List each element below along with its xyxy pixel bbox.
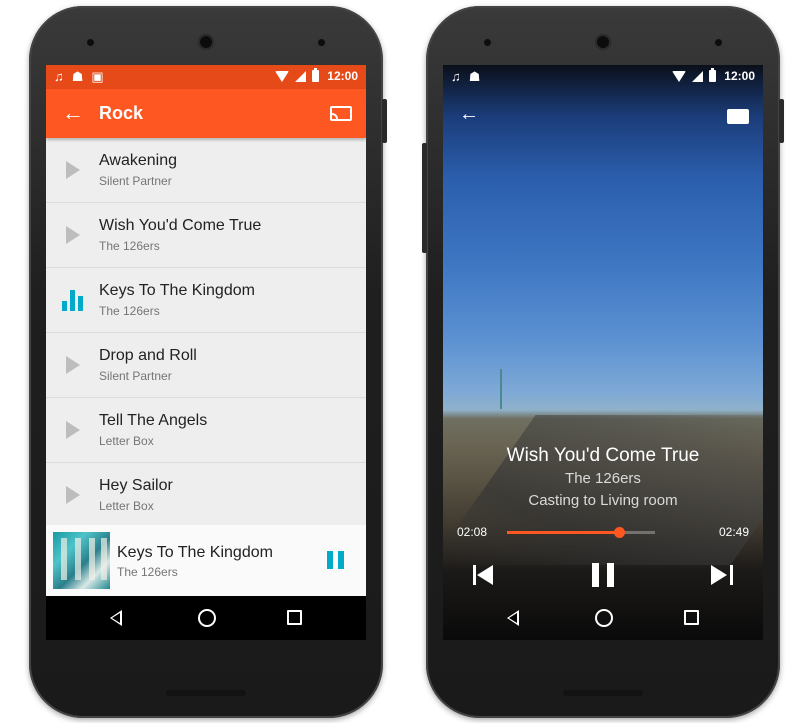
sensor — [715, 39, 722, 46]
track-title: Hey Sailor — [99, 477, 173, 494]
toolbar: ← Rock — [46, 89, 366, 138]
pause-icon[interactable] — [592, 563, 614, 587]
play-icon — [66, 486, 80, 504]
play-icon — [66, 421, 80, 439]
page-title: Rock — [99, 103, 144, 123]
nav-back-icon[interactable] — [507, 610, 519, 626]
track-title: Awakening — [99, 152, 177, 169]
status-bar: ♫ ☗ 12:00 — [443, 65, 763, 89]
pole — [500, 369, 502, 409]
nav-back-icon[interactable] — [110, 610, 122, 626]
android-icon: ☗ — [468, 69, 481, 84]
bottom-speaker — [166, 690, 246, 696]
background-photo — [443, 65, 763, 640]
wifi-icon — [672, 70, 687, 82]
status-time: 12:00 — [724, 69, 755, 83]
track-row[interactable]: Wish You'd Come True The 126ers — [46, 203, 366, 268]
library-screen: ♫ ☗ ▣ 12:00 ← Rock Awakening Silent Part… — [46, 65, 366, 640]
track-row[interactable]: Hey Sailor Letter Box — [46, 463, 366, 527]
gallery-icon: ▣ — [91, 69, 104, 84]
status-time: 12:00 — [327, 69, 358, 83]
signal-icon — [692, 70, 704, 82]
earpiece-speaker — [595, 34, 611, 50]
mini-player-artist: The 126ers — [117, 565, 178, 579]
track-list: Awakening Silent Partner Wish You'd Come… — [46, 138, 366, 527]
nav-recents-icon[interactable] — [684, 610, 699, 625]
front-camera — [87, 39, 94, 46]
track-artist: The 126ers — [99, 304, 160, 318]
nav-recents-icon[interactable] — [287, 610, 302, 625]
nav-home-icon[interactable] — [198, 609, 216, 627]
battery-icon — [709, 68, 717, 82]
music-note-icon: ♫ — [54, 69, 64, 84]
android-icon: ☗ — [71, 69, 84, 84]
back-arrow-icon[interactable]: ← — [459, 103, 479, 126]
play-icon — [66, 161, 80, 179]
equalizer-icon — [62, 289, 86, 311]
road — [443, 415, 763, 565]
phone-right: ♫ ☗ 12:00 ← Wish You'd Come True The 126… — [422, 6, 784, 718]
skip-previous-icon[interactable] — [473, 565, 495, 585]
track-row[interactable]: Drop and Roll Silent Partner — [46, 333, 366, 398]
track-row[interactable]: Awakening Silent Partner — [46, 138, 366, 203]
volume-button — [422, 143, 427, 253]
track-artist: Silent Partner — [99, 174, 172, 188]
album-art — [53, 532, 110, 589]
now-playing-artist: The 126ers — [565, 470, 641, 487]
track-title: Wish You'd Come True — [99, 217, 262, 234]
track-artist: Letter Box — [99, 499, 154, 513]
track-artist: Letter Box — [99, 434, 154, 448]
power-button — [779, 99, 784, 143]
track-row[interactable]: Keys To The Kingdom The 126ers — [46, 268, 366, 333]
now-playing-screen: ♫ ☗ 12:00 ← Wish You'd Come True The 126… — [443, 65, 763, 640]
seek-bar[interactable] — [507, 527, 655, 538]
now-playing-title: Wish You'd Come True — [506, 445, 700, 466]
earpiece-speaker — [198, 34, 214, 50]
music-note-icon: ♫ — [451, 69, 461, 84]
bottom-speaker — [563, 690, 643, 696]
track-title: Tell The Angels — [99, 412, 208, 429]
duration-time: 02:49 — [718, 525, 749, 539]
mini-player-title: Keys To The Kingdom — [117, 544, 273, 561]
track-title: Keys To The Kingdom — [99, 282, 255, 299]
mini-player[interactable]: Keys To The Kingdom The 126ers — [46, 525, 366, 596]
track-title: Drop and Roll — [99, 347, 197, 364]
back-arrow-icon[interactable]: ← — [62, 101, 84, 125]
nav-bar — [443, 596, 763, 640]
wifi-icon — [275, 70, 290, 82]
seek-thumb[interactable] — [614, 527, 626, 538]
power-button — [382, 99, 387, 143]
play-icon — [66, 356, 80, 374]
pause-icon[interactable] — [327, 551, 345, 569]
seek-progress — [507, 531, 620, 534]
track-artist: The 126ers — [99, 239, 160, 253]
phone-left: ♫ ☗ ▣ 12:00 ← Rock Awakening Silent Part… — [29, 6, 387, 718]
front-camera — [484, 39, 491, 46]
elapsed-time: 02:08 — [457, 525, 488, 539]
cast-icon[interactable] — [727, 109, 749, 124]
sensor — [318, 39, 325, 46]
play-icon — [66, 226, 80, 244]
cast-status: Casting to Living room — [528, 492, 678, 509]
track-row[interactable]: Tell The Angels Letter Box — [46, 398, 366, 463]
track-artist: Silent Partner — [99, 369, 172, 383]
signal-icon — [295, 70, 307, 82]
nav-home-icon[interactable] — [595, 609, 613, 627]
skip-next-icon[interactable] — [711, 565, 733, 585]
cast-icon[interactable] — [330, 106, 352, 121]
nav-bar — [46, 596, 366, 640]
status-bar: ♫ ☗ ▣ 12:00 — [46, 65, 366, 89]
battery-icon — [312, 68, 320, 82]
